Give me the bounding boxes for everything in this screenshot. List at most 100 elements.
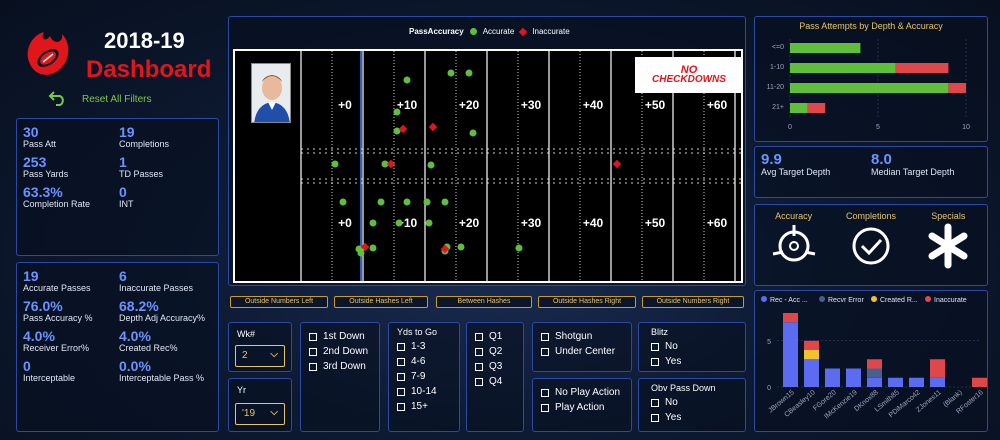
legend-inaccurate: Inaccurate: [532, 27, 570, 36]
x-tick-label: 10: [962, 124, 970, 131]
inaccurate-pass-point: [386, 159, 396, 169]
receiver-bar: [972, 377, 987, 387]
playaction-checkbox[interactable]: No Play Action: [541, 385, 623, 400]
receiver-bar: [867, 368, 882, 378]
obv-checkbox[interactable]: No: [651, 395, 733, 410]
stat-value: 68.2%: [119, 298, 159, 314]
formation-checkbox[interactable]: Shotgun: [541, 329, 623, 344]
checkbox-icon: [309, 362, 317, 371]
depth-bar: [790, 43, 861, 53]
inaccurate-diamond-icon: [519, 27, 528, 36]
checkbox-icon: [475, 377, 483, 386]
passing-stat: 253 Pass Yards: [23, 155, 119, 179]
field-chart-panel: PassAccuracy Accurate Inaccurate +0 +0 +10…: [228, 16, 746, 286]
formation-checkbox[interactable]: Under Center: [541, 344, 623, 359]
yard-label: +10: [397, 98, 418, 112]
accurate-pass-point: [377, 198, 385, 206]
legend-label: Inaccurate: [934, 297, 967, 304]
inaccurate-pass-point: [428, 122, 438, 132]
legend-label: Created R...: [880, 297, 918, 304]
icon-nav-panel: Accuracy Completions Specials: [754, 204, 988, 286]
zone-button[interactable]: Outside Hashes Left: [334, 296, 428, 308]
blitz-checkbox[interactable]: No: [651, 339, 733, 354]
depth-stat: 8.0 Median Target Depth: [871, 152, 981, 177]
receiver-bar: [867, 359, 882, 369]
checkbox-label: Q3: [489, 361, 503, 372]
player-photo: [251, 63, 291, 123]
checkbox-icon: [397, 402, 405, 411]
checkbox-icon: [309, 347, 317, 356]
checkbox-icon: [541, 388, 549, 397]
stat-label: Pass Yards: [23, 169, 69, 179]
receiver-bar: [804, 340, 819, 350]
crosshair-nav-button[interactable]: Accuracy: [769, 211, 819, 276]
check-circle-nav-button[interactable]: Completions: [846, 211, 896, 276]
ydstogo-checkbox[interactable]: 7-9: [397, 369, 451, 384]
stat-label: Depth Adj Accuracy%: [119, 313, 206, 323]
stat-label: TD Passes: [119, 169, 164, 179]
week-label: Wk#: [237, 329, 255, 339]
undo-arrow-icon: [48, 88, 68, 111]
zone-button[interactable]: Between Hashes: [436, 296, 532, 308]
legend-dot-icon: [925, 296, 931, 302]
depth-bar: [790, 63, 896, 73]
quarter-checkbox[interactable]: Q4: [475, 374, 515, 389]
down-checkbox[interactable]: 1st Down: [309, 329, 371, 344]
playaction-checkbox[interactable]: Play Action: [541, 400, 623, 415]
accuracy-stat: 4.0% Created Rec%: [119, 329, 225, 353]
checkbox-icon: [541, 403, 549, 412]
passing-stats-panel: 30 Pass Att 19 Completions 253 Pass Yards 1 TD …: [16, 118, 219, 256]
accurate-pass-point: [395, 219, 403, 227]
depth-bar: [807, 103, 826, 113]
quarter-checkbox[interactable]: Q2: [475, 344, 515, 359]
zone-button[interactable]: Outside Numbers Right: [642, 296, 744, 308]
yard-label: +30: [521, 216, 542, 230]
accurate-pass-point: [339, 198, 347, 206]
checkbox-label: 1-3: [411, 341, 426, 352]
quarter-checkbox[interactable]: Q1: [475, 329, 515, 344]
down-checkbox[interactable]: 3rd Down: [309, 359, 371, 374]
blitz-filter-panel: Blitz No Yes: [638, 322, 746, 372]
accurate-pass-point: [447, 69, 455, 77]
accuracy-stat: 4.0% Receiver Error%: [23, 329, 119, 353]
ydstogo-checkbox[interactable]: 10-14: [397, 384, 451, 399]
zone-button[interactable]: Outside Numbers Left: [230, 296, 328, 308]
legend-dot-icon: [761, 296, 767, 302]
zone-button[interactable]: Outside Hashes Right: [538, 296, 636, 308]
yard-label: +40: [583, 98, 604, 112]
receiver-bar: [825, 368, 840, 387]
ydstogo-checkbox[interactable]: 1-3: [397, 339, 451, 354]
ydstogo-checkbox[interactable]: 15+: [397, 399, 451, 414]
checkbox-icon: [475, 347, 483, 356]
quarter-checkbox[interactable]: Q3: [475, 359, 515, 374]
stat-label: INT: [119, 199, 134, 209]
accuracy-stat: 76.0% Pass Accuracy %: [23, 299, 119, 323]
checkbox-label: 1st Down: [323, 331, 365, 342]
yard-label: +0: [338, 216, 352, 230]
asterisk-nav-button[interactable]: Specials: [923, 211, 973, 276]
passing-stat: 30 Pass Att: [23, 125, 119, 149]
accurate-pass-point: [465, 69, 473, 77]
blitz-checkbox[interactable]: Yes: [651, 354, 733, 369]
depth-chart-panel: Pass Attempts by Depth & Accuracy 0 5 10 <=…: [754, 16, 988, 142]
accurate-pass-point: [427, 161, 435, 169]
year-dropdown[interactable]: '19 ⌵: [235, 403, 285, 425]
logo-icon: [20, 24, 76, 80]
season-title: 2018-19: [104, 28, 185, 53]
legend-dot-icon: [819, 296, 825, 302]
depth-stats-panel: 9.9 Avg Target Depth 8.0 Median Target Dept…: [754, 146, 988, 198]
chevron-down-icon: ⌵: [270, 407, 278, 418]
checkbox-label: 7-9: [411, 371, 426, 382]
stat-value: 30: [23, 124, 39, 140]
week-dropdown[interactable]: 2 ⌵: [235, 345, 285, 367]
obv-label: Obv Pass Down: [651, 383, 716, 393]
down-checkbox[interactable]: 2nd Down: [309, 344, 371, 359]
stat-label: Accurate Passes: [23, 283, 91, 293]
ydstogo-checkbox[interactable]: 4-6: [397, 354, 451, 369]
obv-checkbox[interactable]: Yes: [651, 410, 733, 425]
reset-filters-button[interactable]: Reset All Filters: [48, 88, 151, 111]
downs-filter-panel: 1st Down 2nd Down 3rd Down: [300, 322, 380, 432]
receiver-bar: [783, 313, 798, 323]
year-filter-panel: Yr '19 ⌵: [228, 378, 292, 432]
nav-button-label: Accuracy: [775, 211, 813, 221]
